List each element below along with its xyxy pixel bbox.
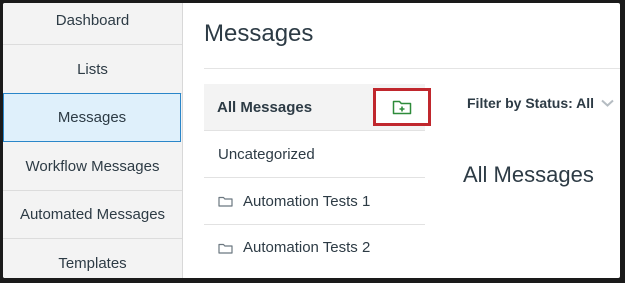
folder-label: Uncategorized <box>218 145 315 163</box>
sidebar-item-label: Workflow Messages <box>25 157 160 175</box>
page-title: Messages <box>204 20 314 47</box>
folder-icon <box>218 243 233 254</box>
folder-icon <box>218 196 233 207</box>
folder-plus-icon <box>392 100 412 115</box>
sidebar: Dashboard Lists Messages Workflow Messag… <box>3 3 183 278</box>
folder-item-automation-tests-2[interactable]: Automation Tests 2 <box>204 224 425 271</box>
divider <box>204 68 620 69</box>
app-window: Dashboard Lists Messages Workflow Messag… <box>3 3 620 278</box>
sidebar-item-label: Templates <box>58 254 127 272</box>
sidebar-item-templates[interactable]: Templates <box>3 239 182 278</box>
sidebar-item-label: Dashboard <box>55 11 130 29</box>
folder-label: Automation Tests 1 <box>243 192 371 210</box>
sidebar-item-messages[interactable]: Messages <box>3 93 181 142</box>
sidebar-item-workflow-messages[interactable]: Workflow Messages <box>3 142 182 191</box>
status-filter-dropdown[interactable]: Filter by Status: All <box>467 95 614 111</box>
sidebar-item-automated-messages[interactable]: Automated Messages <box>3 190 182 239</box>
sidebar-item-label: Automated Messages <box>19 205 166 223</box>
sidebar-item-dashboard[interactable]: Dashboard <box>3 3 182 45</box>
sidebar-item-label: Lists <box>77 60 108 78</box>
folder-label: Automation Tests 2 <box>243 239 371 256</box>
main-content: Messages All Messages Uncategorized Auto… <box>183 3 620 278</box>
folder-item-automation-tests-1[interactable]: Automation Tests 1 <box>204 178 425 225</box>
sidebar-item-label: Messages <box>57 109 127 126</box>
detail-title: All Messages <box>463 162 594 187</box>
status-filter-label: Filter by Status: All <box>467 95 595 111</box>
chevron-down-icon <box>601 99 614 107</box>
sidebar-item-lists[interactable]: Lists <box>3 45 182 94</box>
folder-label: All Messages <box>217 98 313 116</box>
folder-item-uncategorized[interactable]: Uncategorized <box>204 131 425 178</box>
new-folder-button[interactable] <box>373 88 431 126</box>
